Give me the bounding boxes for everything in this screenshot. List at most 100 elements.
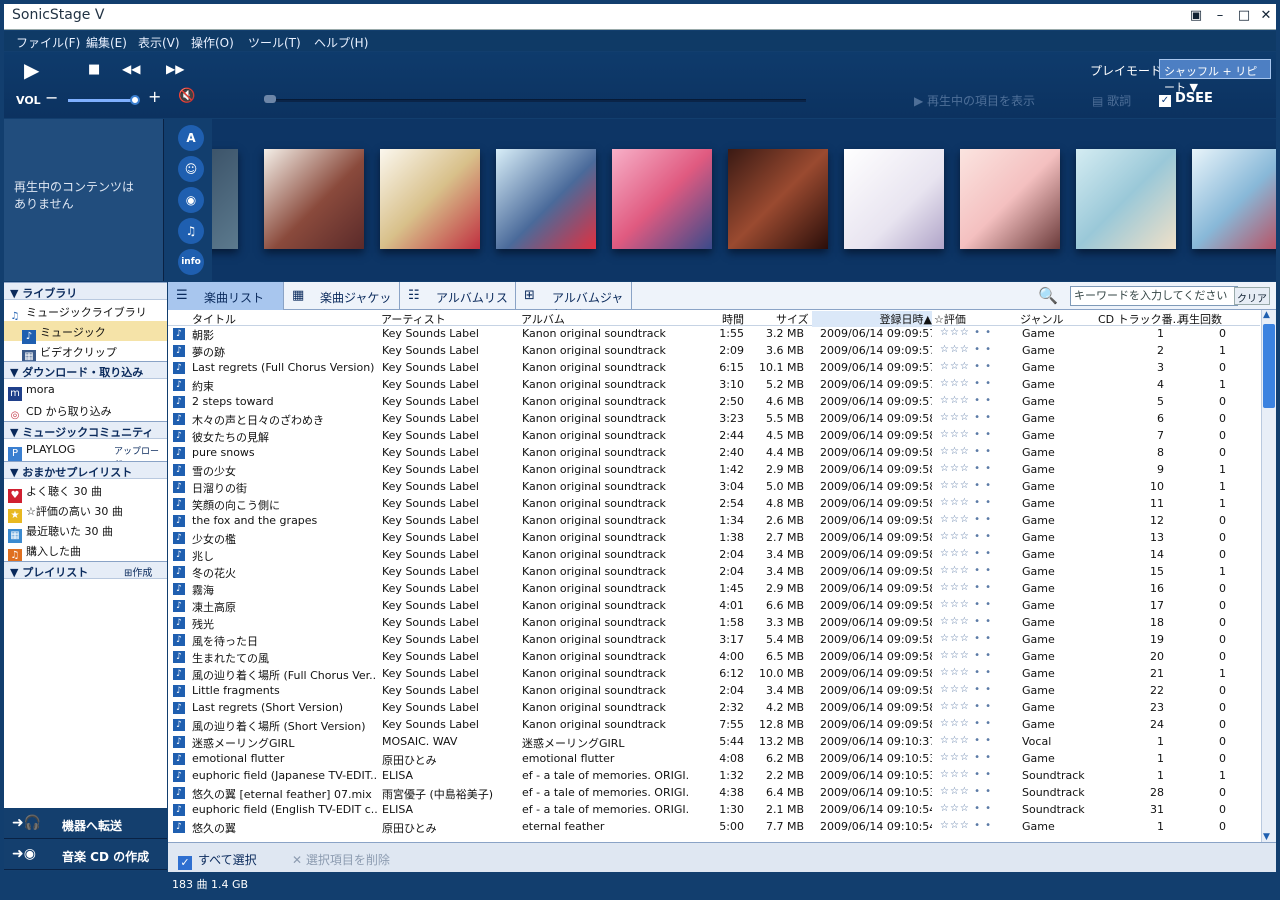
album-cover[interactable] bbox=[496, 149, 596, 249]
menu-edit[interactable]: 編集(E) bbox=[86, 34, 127, 51]
rating-stars[interactable]: ☆☆☆ • • bbox=[940, 735, 1010, 746]
scroll-down-icon[interactable]: ▼ bbox=[1263, 832, 1270, 842]
table-row[interactable]: ♪ 風を待った日 Key Sounds Label Kanon original so… bbox=[168, 632, 1260, 649]
rating-stars[interactable]: ☆☆☆ • • bbox=[940, 344, 1010, 355]
seek-knob[interactable] bbox=[264, 95, 276, 103]
rating-stars[interactable]: ☆☆☆ • • bbox=[940, 786, 1010, 797]
table-row[interactable]: ♪ 残光 Key Sounds Label Kanon original soundt… bbox=[168, 615, 1260, 632]
rating-stars[interactable]: ☆☆☆ • • bbox=[940, 361, 1010, 372]
table-row[interactable]: ♪ euphoric field (Japanese TV-EDIT... ELIS… bbox=[168, 768, 1260, 785]
tab-track-jacket[interactable]: ▦楽曲ジャケット bbox=[284, 282, 400, 322]
mini-mode-icon[interactable]: ▣ bbox=[1186, 8, 1206, 26]
music-note-icon[interactable]: ♫ bbox=[178, 218, 204, 244]
table-row[interactable]: ♪ 朝影 Key Sounds Label Kanon original soundt… bbox=[168, 326, 1260, 343]
table-row[interactable]: ♪ 笑顔の向こう側に Key Sounds Label Kanon original … bbox=[168, 496, 1260, 513]
table-row[interactable]: ♪ 風の辿り着く場所 (Short Version) Key Sounds Labe… bbox=[168, 717, 1260, 734]
dsee-toggle[interactable]: ✓ DSEE bbox=[1159, 91, 1213, 107]
rating-stars[interactable]: ☆☆☆ • • bbox=[940, 667, 1010, 678]
rating-stars[interactable]: ☆☆☆ • • bbox=[940, 463, 1010, 474]
maximize-button[interactable]: □ bbox=[1234, 8, 1254, 26]
rating-stars[interactable]: ☆☆☆ • • bbox=[940, 803, 1010, 814]
column-date-added[interactable]: 登録日時▲ bbox=[812, 311, 932, 327]
table-row[interactable]: ♪ 彼女たちの見解 Key Sounds Label Kanon original s… bbox=[168, 428, 1260, 445]
rating-stars[interactable]: ☆☆☆ • • bbox=[940, 633, 1010, 644]
column-play-count[interactable]: 再生回数 bbox=[1178, 311, 1222, 327]
seek-bar[interactable] bbox=[264, 99, 806, 102]
next-button[interactable]: ▶▶ bbox=[166, 62, 184, 76]
volume-down-button[interactable]: − bbox=[45, 88, 58, 107]
album-cover[interactable] bbox=[1076, 149, 1176, 249]
rating-stars[interactable]: ☆☆☆ • • bbox=[940, 412, 1010, 423]
rating-stars[interactable]: ☆☆☆ • • bbox=[940, 718, 1010, 729]
column-rating[interactable]: ☆評価 bbox=[934, 311, 966, 327]
rating-stars[interactable]: ☆☆☆ • • bbox=[940, 616, 1010, 627]
table-row[interactable]: ♪ 迷惑メーリングGIRL MOSAIC. WAV 迷惑メーリングGIRL 5:44 13… bbox=[168, 734, 1260, 751]
album-cover[interactable] bbox=[264, 149, 364, 249]
volume-knob[interactable] bbox=[130, 95, 140, 105]
table-row[interactable]: ♪ pure snows Key Sounds Label Kanon origina… bbox=[168, 445, 1260, 462]
table-row[interactable]: ♪ the fox and the grapes Key Sounds Label K… bbox=[168, 513, 1260, 530]
sidebar-item-cd-import[interactable]: ◎ CD から取り込み bbox=[4, 400, 167, 421]
rating-stars[interactable]: ☆☆☆ • • bbox=[940, 599, 1010, 610]
table-row[interactable]: ♪ emotional flutter 原田ひとみ emotional flutter… bbox=[168, 751, 1260, 768]
column-album[interactable]: アルバム bbox=[521, 311, 565, 327]
tab-album-list[interactable]: ☷アルバムリスト bbox=[400, 282, 516, 322]
sidebar-item-music[interactable]: ♪ ミュージック bbox=[4, 321, 167, 344]
make-cd-button[interactable]: ➜◉ 音楽 CD の作成 bbox=[4, 840, 167, 870]
transfer-to-device-button[interactable]: ➜🎧 機器へ転送 bbox=[4, 809, 167, 839]
library-header[interactable]: ▼ ライブラリ bbox=[4, 282, 167, 300]
album-cover[interactable] bbox=[612, 149, 712, 249]
table-row[interactable]: ♪ Little fragments Key Sounds Label Kanon o… bbox=[168, 683, 1260, 700]
vertical-scrollbar[interactable]: ▲ ▼ bbox=[1261, 310, 1276, 842]
create-playlist-button[interactable]: ⊞作成 bbox=[124, 564, 152, 579]
rating-stars[interactable]: ☆☆☆ • • bbox=[940, 480, 1010, 491]
info-icon[interactable]: info bbox=[178, 249, 204, 275]
rating-stars[interactable]: ☆☆☆ • • bbox=[940, 650, 1010, 661]
playmode-select[interactable]: シャッフル + リピート ▼ bbox=[1159, 59, 1271, 94]
table-row[interactable]: ♪ 風の辿り着く場所 (Full Chorus Ver... Key Sounds … bbox=[168, 666, 1260, 683]
sidebar-item-mora[interactable]: m mora bbox=[4, 380, 167, 401]
clear-button[interactable]: クリア bbox=[1234, 287, 1270, 305]
artist-icon[interactable]: ☺ bbox=[178, 156, 204, 182]
table-row[interactable]: ♪ 冬の花火 Key Sounds Label Kanon original soun… bbox=[168, 564, 1260, 581]
rating-stars[interactable]: ☆☆☆ • • bbox=[940, 548, 1010, 559]
rating-stars[interactable]: ☆☆☆ • • bbox=[940, 327, 1010, 338]
delete-selected-button[interactable]: ✕ 選択項目を削除 bbox=[292, 851, 390, 868]
table-row[interactable]: ♪ 霧海 Key Sounds Label Kanon original soundt… bbox=[168, 581, 1260, 598]
album-cover[interactable] bbox=[728, 149, 828, 249]
menu-tools[interactable]: ツール(T) bbox=[248, 34, 301, 51]
disc-icon[interactable]: ◉ bbox=[178, 187, 204, 213]
rating-stars[interactable]: ☆☆☆ • • bbox=[940, 752, 1010, 763]
tab-track-list[interactable]: ☰ 楽曲リスト bbox=[168, 282, 284, 310]
table-row[interactable]: ♪ euphoric field (English TV-EDIT c... ELI… bbox=[168, 802, 1260, 819]
play-button[interactable]: ▶ bbox=[24, 58, 39, 82]
table-row[interactable]: ♪ 2 steps toward Key Sounds Label Kanon ori… bbox=[168, 394, 1260, 411]
column-title[interactable]: タイトル bbox=[192, 311, 236, 327]
table-row[interactable]: ♪ 生まれたての風 Key Sounds Label Kanon original s… bbox=[168, 649, 1260, 666]
show-now-playing-button[interactable]: ▶ 再生中の項目を表示 bbox=[914, 92, 1035, 109]
tab-album-jacket[interactable]: ⊞アルバムジャケット bbox=[516, 282, 632, 322]
menu-file[interactable]: ファイル(F) bbox=[16, 34, 80, 51]
download-header[interactable]: ▼ ダウンロード・取り込み bbox=[4, 361, 167, 379]
rating-stars[interactable]: ☆☆☆ • • bbox=[940, 565, 1010, 576]
table-row[interactable]: ♪ Last regrets (Full Chorus Version) Key S… bbox=[168, 360, 1260, 377]
lyrics-button[interactable]: ▤ 歌詞 bbox=[1092, 92, 1131, 109]
rating-stars[interactable]: ☆☆☆ • • bbox=[940, 514, 1010, 525]
sidebar-item-recent[interactable]: ▦ 最近聴いた 30 曲 bbox=[4, 520, 167, 543]
album-cover[interactable] bbox=[380, 149, 480, 249]
rating-stars[interactable]: ☆☆☆ • • bbox=[940, 429, 1010, 440]
auto-playlist-header[interactable]: ▼ おまかせプレイリスト bbox=[4, 461, 167, 479]
table-row[interactable]: ♪ 雪の少女 Key Sounds Label Kanon original soun… bbox=[168, 462, 1260, 479]
menu-help[interactable]: ヘルプ(H) bbox=[314, 34, 368, 51]
menu-operate[interactable]: 操作(O) bbox=[191, 34, 234, 51]
rating-stars[interactable]: ☆☆☆ • • bbox=[940, 582, 1010, 593]
table-row[interactable]: ♪ 悠久の翼 [eternal feather] 07.mix 雨宮優子 (中島裕美… bbox=[168, 785, 1260, 802]
rating-stars[interactable]: ☆☆☆ • • bbox=[940, 395, 1010, 406]
sidebar-item-playlog[interactable]: PPLAYLOGアップロード bbox=[4, 440, 167, 470]
album-cover[interactable] bbox=[844, 149, 944, 249]
rating-stars[interactable]: ☆☆☆ • • bbox=[940, 446, 1010, 457]
table-row[interactable]: ♪ 少女の檻 Key Sounds Label Kanon original soun… bbox=[168, 530, 1260, 547]
album-sort-icon[interactable]: A bbox=[178, 125, 204, 151]
column-size[interactable]: サイズ bbox=[776, 311, 809, 327]
community-header[interactable]: ▼ ミュージックコミュニティ bbox=[4, 421, 167, 439]
